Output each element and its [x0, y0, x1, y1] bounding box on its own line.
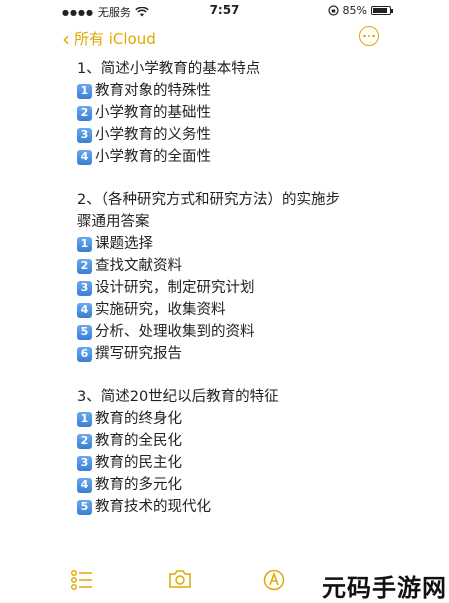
watermark-logo: 元码手游网	[322, 574, 447, 602]
list-item-text: 小学教育的全面性	[95, 149, 211, 165]
list-item-text: 教育的终身化	[95, 411, 182, 427]
list-item-text: 小学教育的义务性	[95, 127, 211, 143]
list-item-text: 分析、处理收集到的资料	[95, 324, 255, 340]
list-item-text: 小学教育的基础性	[95, 105, 211, 121]
list-item-text: 查找文献资料	[95, 258, 182, 274]
number-badge-icon: 1	[77, 236, 92, 252]
section-2-title-line2: 骤通用答案	[77, 214, 150, 230]
chevron-left-icon: ‹	[62, 26, 70, 51]
list-item: 1 教育对象的特殊性	[77, 80, 377, 102]
nav-bar: ‹ 所有 iCloud	[0, 22, 449, 56]
list-item: 2 查找文献资料	[77, 255, 377, 277]
number-badge-icon: 1	[77, 411, 92, 427]
back-label: 所有 iCloud	[74, 30, 156, 48]
list-item-text: 课题选择	[95, 236, 153, 252]
list-item: 3 小学教育的义务性	[77, 124, 377, 146]
list-item: 4 教育的多元化	[77, 474, 377, 496]
list-item-text: 教育技术的现代化	[95, 499, 211, 515]
number-badge-icon: 5	[77, 324, 92, 340]
list-item-text: 教育对象的特殊性	[95, 83, 211, 99]
list-item-text: 教育的多元化	[95, 477, 182, 493]
section-1-title: 1、简述小学教育的基本特点	[77, 61, 261, 77]
number-badge-icon: 1	[77, 83, 92, 99]
number-badge-icon: 2	[77, 258, 92, 274]
markup-icon[interactable]	[263, 569, 285, 591]
orientation-lock-icon	[327, 5, 339, 16]
number-badge-icon: 2	[77, 433, 92, 449]
battery-percent: 85%	[342, 4, 367, 17]
list-item: 1 课题选择	[77, 233, 377, 255]
list-item-text: 实施研究，收集资料	[95, 302, 226, 318]
back-button[interactable]: ‹ 所有 iCloud	[62, 28, 156, 49]
list-item: 4 实施研究，收集资料	[77, 299, 377, 321]
status-right: 85%	[327, 4, 393, 17]
list-item: 4 小学教育的全面性	[77, 146, 377, 168]
number-badge-icon: 5	[77, 499, 92, 515]
list-item-text: 教育的民主化	[95, 455, 182, 471]
list-item: 6 撰写研究报告	[77, 343, 377, 365]
more-options-button[interactable]	[359, 26, 379, 46]
number-badge-icon: 3	[77, 280, 92, 296]
number-badge-icon: 4	[77, 149, 92, 165]
list-item: 3 教育的民主化	[77, 452, 377, 474]
section-2-title-line1: 2、（各种研究方式和研究方法）的实施步	[77, 192, 340, 208]
list-item-text: 设计研究，制定研究计划	[95, 280, 255, 296]
number-badge-icon: 6	[77, 346, 92, 362]
status-bar: ●●●● 无服务 7:57 85%	[0, 0, 449, 22]
battery-fill	[373, 8, 387, 13]
list-item: 5 分析、处理收集到的资料	[77, 321, 377, 343]
list-item: 2 教育的全民化	[77, 430, 377, 452]
note-content[interactable]: 1、简述小学教育的基本特点 1 教育对象的特殊性 2 小学教育的基础性 3 小学教育的…	[77, 58, 377, 518]
number-badge-icon: 3	[77, 127, 92, 143]
list-item: 1 教育的终身化	[77, 408, 377, 430]
number-badge-icon: 4	[77, 477, 92, 493]
section-3-title: 3、简述20世纪以后教育的特征	[77, 389, 279, 405]
battery-icon	[371, 6, 393, 15]
number-badge-icon: 4	[77, 302, 92, 318]
list-item-text: 撰写研究报告	[95, 346, 182, 362]
checklist-icon[interactable]	[70, 569, 94, 591]
number-badge-icon: 3	[77, 455, 92, 471]
list-item: 3 设计研究，制定研究计划	[77, 277, 377, 299]
list-item-text: 教育的全民化	[95, 433, 182, 449]
number-badge-icon: 2	[77, 105, 92, 121]
list-item: 2 小学教育的基础性	[77, 102, 377, 124]
list-item: 5 教育技术的现代化	[77, 496, 377, 518]
camera-icon[interactable]	[168, 569, 192, 589]
